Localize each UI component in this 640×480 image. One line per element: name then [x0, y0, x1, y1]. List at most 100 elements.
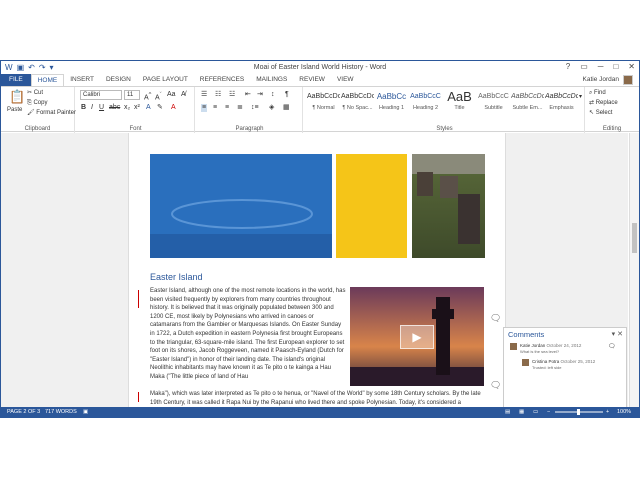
- read-mode-icon[interactable]: ▤: [505, 407, 510, 417]
- body-paragraph-continued[interactable]: Maka"), which was later interpreted as T…: [150, 390, 490, 407]
- styles-more-icon[interactable]: ▾: [579, 93, 582, 101]
- comment-text[interactable]: Trusted: left side: [532, 365, 561, 370]
- align-right-icon[interactable]: ≡: [225, 104, 229, 112]
- style-subtitle[interactable]: AaBbCcC Subtitle: [477, 90, 510, 120]
- increase-indent-icon[interactable]: ⇥: [257, 91, 263, 99]
- decrease-indent-icon[interactable]: ⇤: [245, 91, 251, 99]
- ribbon-display-button[interactable]: ▭: [580, 61, 588, 73]
- justify-icon[interactable]: ≣: [237, 104, 243, 112]
- sort-icon[interactable]: ↕: [271, 91, 275, 99]
- style-heading-2[interactable]: AaBbCcC Heading 2: [409, 90, 442, 120]
- document-page[interactable]: Easter Island Easter Island, although on…: [128, 133, 506, 407]
- line-spacing-icon[interactable]: ↕≡: [251, 104, 259, 112]
- moai-image-graphic: [412, 154, 485, 244]
- format-painter-button[interactable]: 🖌 Format Painter: [27, 109, 76, 117]
- paste-icon[interactable]: 📋: [9, 90, 25, 104]
- avatar[interactable]: [623, 75, 633, 85]
- ocean-aerial-image[interactable]: [150, 154, 332, 258]
- style-preview: AaBbCcC: [478, 93, 509, 100]
- word-count[interactable]: 717 WORDS: [45, 407, 77, 417]
- underline-icon[interactable]: U: [99, 104, 104, 112]
- select-button[interactable]: ↖ Select: [589, 109, 612, 117]
- style-emphasis[interactable]: AaBbCcDc Emphasis: [545, 90, 578, 120]
- print-layout-icon[interactable]: ▦: [519, 407, 524, 417]
- find-button[interactable]: ⌕ Find: [589, 89, 606, 97]
- shading-icon[interactable]: ◈: [269, 104, 274, 112]
- cut-label: Cut: [33, 90, 44, 96]
- italic-icon[interactable]: I: [91, 104, 93, 112]
- help-button[interactable]: ?: [566, 61, 570, 73]
- borders-icon[interactable]: ▦: [283, 104, 290, 112]
- font-name-select[interactable]: Calibri: [80, 90, 122, 100]
- font-size-select[interactable]: 11: [124, 90, 140, 100]
- tab-design[interactable]: DESIGN: [100, 74, 137, 86]
- style-title[interactable]: AaB Title: [443, 90, 476, 120]
- web-layout-icon[interactable]: ▭: [533, 407, 538, 417]
- tab-home[interactable]: HOME: [30, 74, 65, 86]
- tab-insert[interactable]: INSERT: [64, 74, 100, 86]
- comment-author[interactable]: Cristina Potra October 25, 2012: [532, 359, 595, 364]
- style-normal[interactable]: AaBbCcDc ¶ Normal: [307, 90, 340, 120]
- user-name[interactable]: Katie Jordan: [583, 74, 620, 86]
- bullets-icon[interactable]: ☰: [201, 91, 207, 99]
- comment-author[interactable]: Katie Jordan October 24, 2012: [520, 343, 581, 348]
- highlight-icon[interactable]: ✎: [157, 104, 163, 112]
- cut-icon: ✂: [27, 90, 34, 96]
- moai-heads-image[interactable]: [412, 154, 485, 258]
- status-bar: PAGE 2 OF 3 717 WORDS ▣ ▤ ▦ ▭ − + 100%: [1, 407, 639, 417]
- comment-bubble-icon[interactable]: 🗨: [490, 380, 501, 391]
- tab-view[interactable]: VIEW: [331, 74, 360, 86]
- paste-button[interactable]: Paste: [7, 106, 22, 114]
- superscript-icon[interactable]: x²: [134, 104, 140, 112]
- copy-button[interactable]: ⎘ Copy: [27, 99, 47, 107]
- close-button[interactable]: ✕: [628, 61, 635, 73]
- font-color-icon[interactable]: A: [171, 104, 176, 112]
- zoom-in-icon[interactable]: +: [606, 407, 609, 417]
- reply-icon[interactable]: 🗨: [608, 343, 616, 351]
- align-left-icon[interactable]: ≡: [201, 104, 208, 112]
- avatar: [522, 359, 529, 366]
- play-icon[interactable]: ▶: [400, 325, 434, 349]
- page-count[interactable]: PAGE 2 OF 3: [7, 407, 40, 417]
- numbering-icon[interactable]: ☷: [215, 91, 221, 99]
- tab-review[interactable]: REVIEW: [293, 74, 331, 86]
- align-center-icon[interactable]: ≡: [213, 104, 217, 112]
- replace-button[interactable]: ⇄ Replace: [589, 99, 618, 107]
- grow-font-icon[interactable]: A^: [144, 91, 151, 102]
- strikethrough-icon[interactable]: abc: [109, 104, 120, 112]
- proofing-icon[interactable]: ▣: [83, 407, 88, 417]
- tab-page-layout[interactable]: PAGE LAYOUT: [137, 74, 194, 86]
- vertical-scrollbar[interactable]: [629, 133, 639, 407]
- zoom-level[interactable]: 100%: [617, 407, 631, 417]
- body-paragraph[interactable]: Easter Island, although one of the most …: [150, 287, 346, 382]
- show-marks-icon[interactable]: ¶: [285, 91, 289, 99]
- cut-button[interactable]: ✂ Cut: [27, 89, 43, 97]
- tab-mailings[interactable]: MAILINGS: [250, 74, 293, 86]
- tab-file[interactable]: FILE: [1, 74, 31, 86]
- document-area[interactable]: Easter Island Easter Island, although on…: [1, 133, 628, 407]
- zoom-slider[interactable]: [555, 407, 603, 417]
- style-no-spacing[interactable]: AaBbCcDc ¶ No Spac...: [341, 90, 374, 120]
- style-subtle-emphasis[interactable]: AaBbCcDc Subtle Em...: [511, 90, 544, 120]
- ribbon-tabs: FILE HOME INSERT DESIGN PAGE LAYOUT REFE…: [1, 74, 639, 86]
- change-case-icon[interactable]: Aa: [167, 91, 176, 99]
- sunset-video[interactable]: ▶: [350, 287, 484, 386]
- section-heading[interactable]: Easter Island: [150, 272, 203, 282]
- clear-format-icon[interactable]: A̸: [181, 91, 186, 99]
- style-heading-1[interactable]: AaBbCc Heading 1: [375, 90, 408, 120]
- comments-pane-controls[interactable]: ▾ ✕: [612, 330, 623, 338]
- zoom-out-icon[interactable]: −: [547, 407, 550, 417]
- minimize-button[interactable]: ─: [598, 61, 604, 73]
- shrink-font-icon[interactable]: Aˇ: [155, 91, 162, 102]
- bold-icon[interactable]: B: [81, 104, 86, 112]
- text-effects-icon[interactable]: A: [146, 104, 151, 112]
- yellow-block-image[interactable]: [336, 154, 407, 258]
- comment-bubble-icon[interactable]: 🗨: [490, 313, 501, 324]
- maximize-button[interactable]: □: [613, 61, 618, 73]
- tab-references[interactable]: REFERENCES: [194, 74, 250, 86]
- scroll-thumb[interactable]: [632, 223, 637, 253]
- subscript-icon[interactable]: x₂: [124, 104, 130, 112]
- multilevel-list-icon[interactable]: ☳: [229, 91, 235, 99]
- comment-text[interactable]: What is the sea level?: [520, 349, 559, 354]
- style-name: Emphasis: [549, 105, 574, 111]
